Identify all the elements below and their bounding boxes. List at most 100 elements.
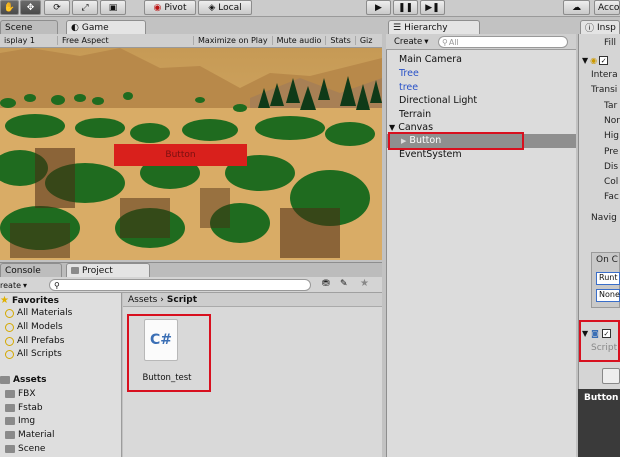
cloud-icon: ☁ bbox=[572, 2, 581, 13]
aspect-select[interactable]: Free Aspect bbox=[58, 36, 194, 45]
search-icon bbox=[5, 336, 14, 346]
tab-scene[interactable]: Scene bbox=[0, 20, 58, 34]
component-icon: ◉ bbox=[590, 56, 598, 65]
step-button[interactable]: ▶❚ bbox=[420, 0, 445, 15]
star-icon: ★ bbox=[0, 295, 9, 306]
hierarchy-search-input[interactable]: ⚲ All bbox=[438, 36, 568, 48]
hierarchy-item-main-camera[interactable]: Main Camera bbox=[399, 54, 462, 65]
folder-item[interactable]: Img bbox=[5, 416, 35, 426]
tab-console[interactable]: Console bbox=[0, 263, 62, 277]
search-icon bbox=[5, 322, 14, 332]
breadcrumb-root[interactable]: Assets bbox=[128, 295, 157, 305]
hierarchy-create-dropdown[interactable]: Create ▾ bbox=[394, 36, 429, 48]
game-toolbar: isplay 1 Free Aspect Maximize on Play Mu… bbox=[0, 34, 382, 48]
runtime-dropdown[interactable]: Runt bbox=[596, 272, 620, 285]
game-ui-button[interactable]: Button bbox=[114, 144, 247, 166]
pause-button[interactable]: ❚❚ bbox=[393, 0, 418, 15]
inspector-transition-label: Transi bbox=[591, 85, 618, 95]
tab-project[interactable]: Project bbox=[66, 263, 150, 277]
favorite-item[interactable]: All Models bbox=[5, 322, 63, 332]
assets-header[interactable]: Assets bbox=[0, 375, 46, 385]
play-icon: ▶ bbox=[375, 2, 382, 13]
hand-icon: ✋ bbox=[3, 2, 16, 13]
rect-icon: ▣ bbox=[108, 2, 118, 13]
search-icon bbox=[5, 349, 14, 359]
hierarchy-item-tree[interactable]: tree bbox=[399, 82, 418, 93]
folder-icon bbox=[71, 267, 79, 274]
project-tree-panel: ★ Favorites All Materials All Models All … bbox=[0, 293, 122, 457]
gizmos-toggle[interactable]: Giz bbox=[356, 36, 377, 45]
pivot-icon: ◉ bbox=[153, 2, 162, 13]
folder-item[interactable]: Scene bbox=[5, 444, 45, 454]
account-button[interactable]: Acco bbox=[594, 0, 620, 15]
enabled-checkbox[interactable]: ✓ bbox=[599, 56, 609, 65]
breadcrumb: Assets › Script bbox=[123, 293, 382, 307]
filter-label-icon[interactable]: ✎ bbox=[340, 279, 354, 291]
hierarchy-toolbar: Create ▾ ⚲ All bbox=[386, 34, 576, 50]
breadcrumb-separator-icon: › bbox=[160, 294, 164, 305]
expand-arrow-icon: ▼ bbox=[389, 123, 396, 132]
hand-tool-button[interactable]: ✋ bbox=[0, 0, 19, 15]
search-icon: ⚲ bbox=[442, 37, 448, 47]
inspector-pressed-label: Pre bbox=[604, 147, 619, 157]
folder-item[interactable]: Fstab bbox=[5, 403, 43, 413]
filter-type-icon[interactable]: ⛃ bbox=[322, 279, 336, 291]
favorite-star-icon[interactable]: ★ bbox=[360, 278, 374, 290]
move-tool-button[interactable]: ✥ bbox=[20, 0, 41, 15]
pivot-button[interactable]: ◉ Pivot bbox=[144, 0, 196, 15]
none-object-field[interactable]: None bbox=[596, 289, 620, 302]
project-search-input[interactable]: ⚲ bbox=[49, 279, 311, 291]
folder-icon bbox=[5, 445, 15, 453]
favorite-item[interactable]: All Prefabs bbox=[5, 336, 64, 346]
list-icon: ☰ bbox=[393, 22, 402, 33]
favorite-item[interactable]: All Scripts bbox=[5, 349, 62, 359]
highlight-box bbox=[579, 320, 620, 362]
onclick-label: On C bbox=[596, 255, 618, 265]
rotate-tool-button[interactable]: ⟳ bbox=[44, 0, 70, 15]
chevron-down-icon: ▾ bbox=[424, 37, 429, 47]
tab-inspector[interactable]: ⓘ Insp bbox=[580, 20, 620, 34]
game-icon: ◐ bbox=[71, 22, 79, 33]
folder-icon bbox=[5, 417, 15, 425]
search-icon: ⚲ bbox=[54, 280, 60, 290]
inspector-component-header[interactable]: ▼ ◉ ✓ bbox=[582, 54, 620, 67]
inspector-highlighted-label: Hig bbox=[604, 131, 619, 141]
hierarchy-item-event-system[interactable]: EventSystem bbox=[399, 149, 462, 160]
folder-item[interactable]: FBX bbox=[5, 389, 36, 399]
play-button[interactable]: ▶ bbox=[366, 0, 391, 15]
maximize-on-play-toggle[interactable]: Maximize on Play bbox=[194, 36, 273, 45]
mute-audio-toggle[interactable]: Mute audio bbox=[273, 36, 327, 45]
stats-toggle[interactable]: Stats bbox=[326, 36, 356, 45]
inspector-navigation-label: Navig bbox=[591, 213, 617, 223]
cloud-button[interactable]: ☁ bbox=[563, 0, 590, 15]
highlight-box bbox=[127, 314, 211, 392]
rotate-icon: ⟳ bbox=[53, 2, 61, 13]
hierarchy-item-terrain[interactable]: Terrain bbox=[399, 109, 431, 120]
rect-tool-button[interactable]: ▣ bbox=[100, 0, 126, 15]
inspector-fill-label: Fill bbox=[604, 38, 617, 48]
scale-icon: ⤢ bbox=[81, 2, 89, 13]
inspector-interactable-label: Intera bbox=[591, 70, 618, 80]
step-icon: ▶❚ bbox=[425, 2, 440, 13]
local-button[interactable]: ◈ Local bbox=[198, 0, 252, 15]
highlight-box bbox=[388, 132, 524, 150]
hierarchy-item-tree-prefab[interactable]: Tree bbox=[399, 68, 419, 79]
favorite-item[interactable]: All Materials bbox=[5, 308, 72, 318]
folder-item[interactable]: Material bbox=[5, 430, 55, 440]
folder-icon bbox=[5, 404, 15, 412]
hierarchy-item-directional-light[interactable]: Directional Light bbox=[399, 95, 477, 106]
game-view[interactable]: Button bbox=[0, 48, 382, 260]
display-select[interactable]: isplay 1 bbox=[0, 36, 58, 45]
tab-hierarchy[interactable]: ☰ Hierarchy bbox=[388, 20, 480, 34]
inspector-disabled-label: Dis bbox=[604, 162, 619, 172]
add-component-button[interactable] bbox=[602, 368, 620, 384]
favorites-header[interactable]: ★ Favorites bbox=[0, 295, 59, 306]
tab-game[interactable]: ◐ Game bbox=[66, 20, 146, 34]
scale-tool-button[interactable]: ⤢ bbox=[72, 0, 98, 15]
folder-icon bbox=[5, 431, 15, 439]
main-toolbar: ✋ ✥ ⟳ ⤢ ▣ ◉ Pivot ◈ Local ▶ ❚❚ ▶❚ ☁ Acco bbox=[0, 0, 620, 17]
project-create-dropdown[interactable]: reate ▾ bbox=[0, 279, 44, 291]
local-icon: ◈ bbox=[208, 2, 216, 13]
preview-title: Button bbox=[584, 393, 619, 403]
breadcrumb-current[interactable]: Script bbox=[167, 295, 197, 305]
